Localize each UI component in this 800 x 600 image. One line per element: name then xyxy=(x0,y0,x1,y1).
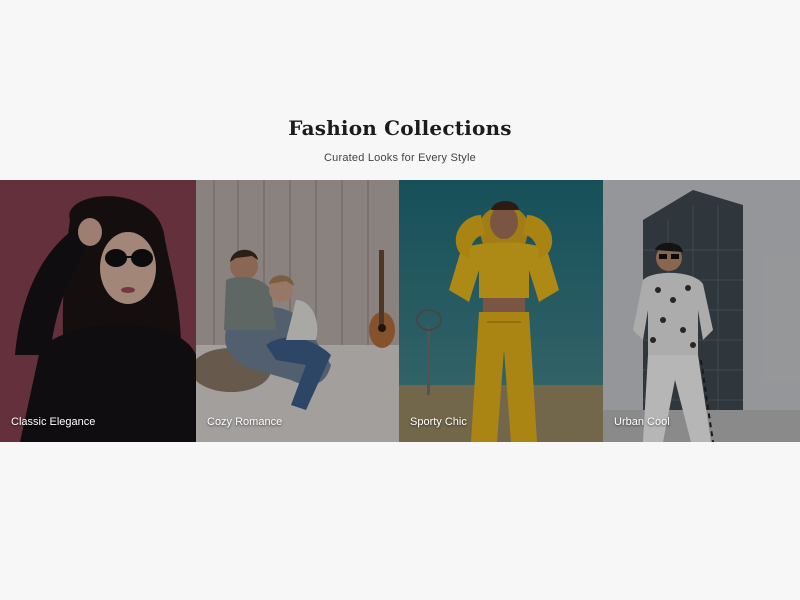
card-overlay xyxy=(399,180,603,442)
collection-label: Sporty Chic xyxy=(410,416,467,428)
section-header: Fashion Collections Curated Looks for Ev… xyxy=(0,0,800,180)
card-overlay xyxy=(196,180,399,442)
card-overlay xyxy=(0,180,196,442)
card-overlay xyxy=(603,180,800,442)
collection-card-classic-elegance[interactable]: Classic Elegance xyxy=(0,180,196,442)
collection-card-sporty-chic[interactable]: Sporty Chic xyxy=(399,180,603,442)
page: Fashion Collections Curated Looks for Ev… xyxy=(0,0,800,600)
collection-label: Cozy Romance xyxy=(207,416,283,428)
page-title: Fashion Collections xyxy=(288,116,512,140)
collection-label: Urban Cool xyxy=(614,416,670,428)
collections-gallery: Classic Elegance Cozy Romance Sporty Chi… xyxy=(0,180,800,442)
collection-card-cozy-romance[interactable]: Cozy Romance xyxy=(196,180,399,442)
page-subtitle: Curated Looks for Every Style xyxy=(324,152,476,164)
collection-label: Classic Elegance xyxy=(11,416,96,428)
collection-card-urban-cool[interactable]: Urban Cool xyxy=(603,180,800,442)
